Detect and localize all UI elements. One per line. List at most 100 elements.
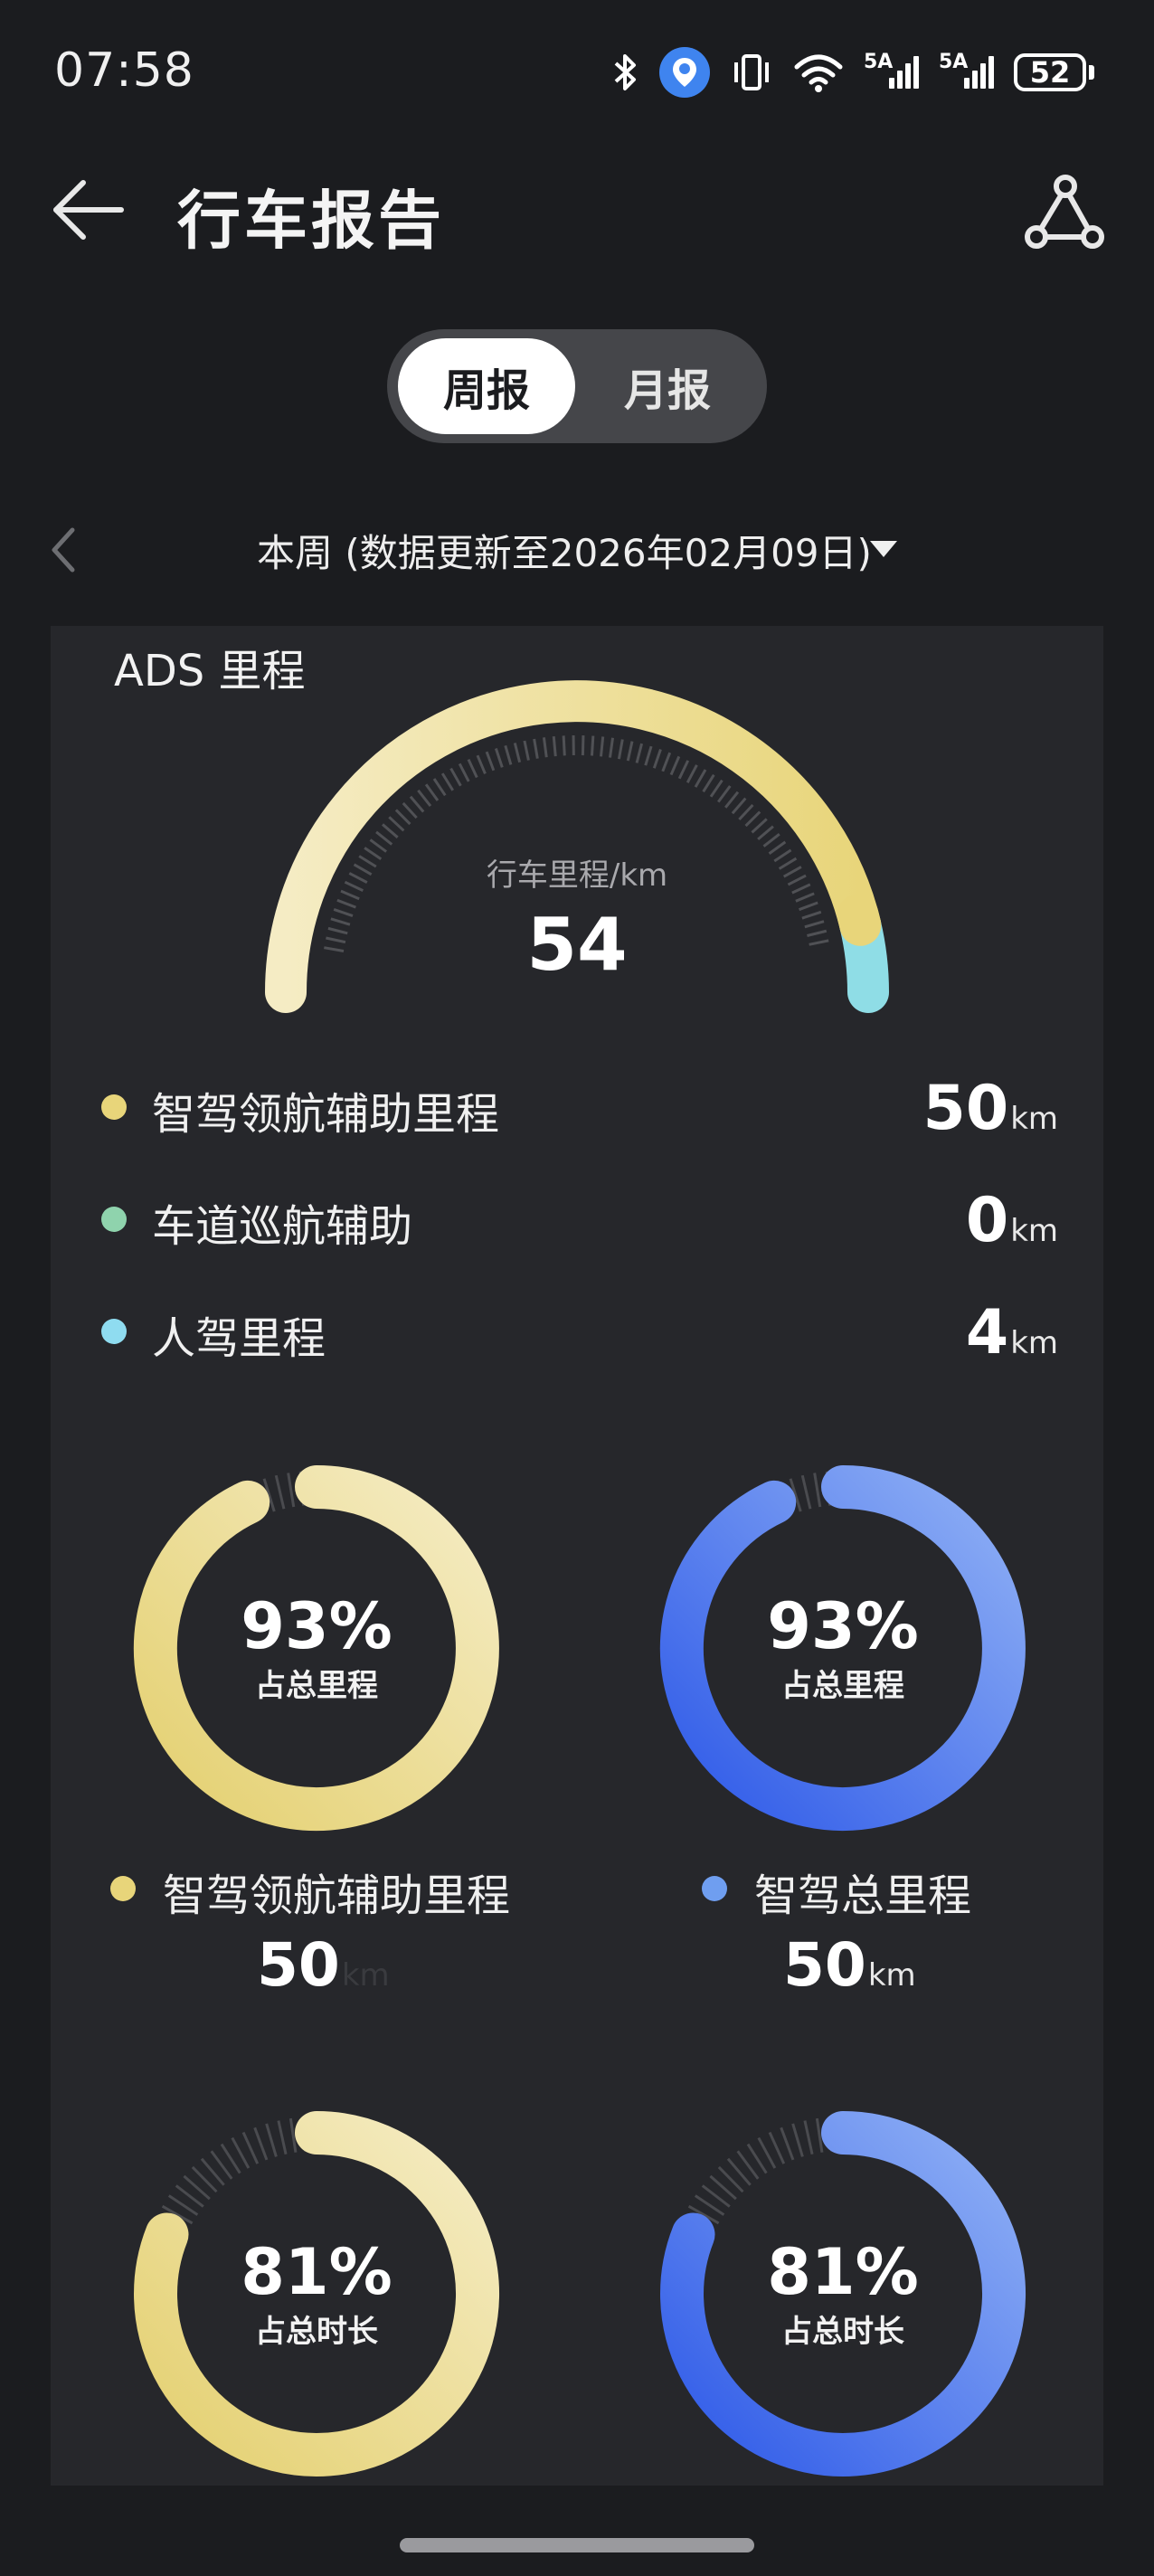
gauge-tick <box>669 755 681 776</box>
home-indicator[interactable] <box>400 2538 754 2552</box>
gauge-tick <box>523 740 530 761</box>
ring-legend-total: 智驾总里程 <box>702 1856 1064 1921</box>
gauge-tick <box>458 762 470 782</box>
period-label[interactable]: 本周 (数据更新至2026年02月09日) <box>257 523 872 578</box>
gauge-tick <box>686 764 698 783</box>
driving-report-screen: 07:58 5A 5A 52 行车报告 周报 月报 本周 (数据更新至2026年… <box>0 0 1154 2576</box>
gauge-tick <box>476 754 487 775</box>
gauge-label: 行车里程/km <box>486 857 668 894</box>
ring-caption: 占总时长 <box>255 2313 378 2350</box>
status-icons: 5A 5A 52 <box>612 47 1094 98</box>
ring-nav-assist-distance: 93% 占总里程 <box>127 1458 506 1838</box>
ring-percent: 93% <box>241 1588 393 1663</box>
signal-icon: 5A <box>939 51 994 89</box>
ring-caption: 占总里程 <box>781 1667 904 1704</box>
gauge-tick <box>757 825 774 841</box>
gauge-tick <box>626 741 634 762</box>
gauge-tick <box>608 737 615 758</box>
ring-caption: 占总里程 <box>255 1667 378 1704</box>
report-type-tabs: 周报 月报 <box>387 329 767 443</box>
title-bar: 行车报告 <box>0 154 1154 262</box>
gauge-tick <box>617 739 624 760</box>
share-button[interactable] <box>1024 174 1105 251</box>
tab-weekly[interactable]: 周报 <box>398 338 575 434</box>
mileage-gauge <box>265 680 889 1013</box>
status-bar: 07:58 5A 5A 52 <box>0 0 1154 136</box>
gauge-tick <box>694 769 707 788</box>
gauge-tick <box>409 795 425 813</box>
gauge-tick <box>424 783 440 801</box>
legend-dot <box>101 1094 127 1120</box>
ring-total-time: 81% 占总时长 <box>653 2104 1033 2484</box>
legend-value: 0km <box>965 1185 1058 1256</box>
gauge-tick <box>731 797 747 815</box>
ads-mileage-card: ADS 里程 行车里程/km 54 智驾领航辅助里程 50km 车道巡航辅助 0… <box>51 626 1103 2486</box>
legend-label: 智驾领航辅助里程 <box>152 1089 500 1140</box>
battery-level: 52 <box>1014 53 1086 91</box>
gauge-tick <box>702 773 715 793</box>
gauge-tick <box>394 809 411 826</box>
gauge-tick <box>677 760 690 780</box>
location-icon <box>659 47 710 98</box>
gauge-tick <box>504 744 513 765</box>
legend-label: 人驾里程 <box>152 1313 326 1364</box>
gauge-tick <box>494 748 504 768</box>
ring-value-nav-assist: 50km <box>257 1930 390 2000</box>
gauge-tick <box>744 810 761 828</box>
bluetooth-icon <box>612 52 639 92</box>
chevron-left-icon <box>52 527 75 573</box>
gauge-tick <box>533 738 539 759</box>
legend-nav-assist: 智驾领航辅助里程 50km <box>101 1073 1105 1145</box>
ring-total-distance: 93% 占总里程 <box>653 1458 1033 1838</box>
gauge-tick <box>795 892 815 903</box>
gauge-tick <box>709 779 724 798</box>
gauge-tick <box>449 767 462 787</box>
ring-nav-assist-time: 81% 占总时长 <box>127 2104 506 2484</box>
ring-caption: 占总时长 <box>781 2313 904 2350</box>
gauge-tick <box>513 743 522 763</box>
gauge-tick <box>388 816 405 832</box>
gauge-tick <box>738 803 754 821</box>
gauge-tick <box>599 736 605 757</box>
back-button[interactable] <box>49 174 130 246</box>
legend-manual: 人驾里程 4km <box>101 1297 1105 1369</box>
ring-legend-nav-assist: 智驾领航辅助里程 <box>110 1856 617 1921</box>
gauge-tick <box>751 818 768 834</box>
gauge-tick <box>652 748 662 769</box>
gauge-value: 54 <box>526 903 628 987</box>
vibrate-icon <box>730 53 773 91</box>
legend-label: 车道巡航辅助 <box>152 1201 413 1252</box>
gauge-tick <box>590 735 595 756</box>
caret-down-icon[interactable] <box>870 541 897 557</box>
ring-value-total: 50km <box>783 1930 916 2000</box>
page-title: 行车报告 <box>177 184 445 258</box>
gauge-tick <box>417 789 432 808</box>
gauge-tick <box>581 735 585 756</box>
gauge-tick <box>644 745 653 766</box>
gauge-tick <box>485 751 496 772</box>
legend-lane-cruise: 车道巡航辅助 0km <box>101 1185 1105 1257</box>
gauge-tick <box>762 832 780 848</box>
period-selector: 本周 (数据更新至2026年02月09日) <box>0 516 1154 588</box>
legend-value: 4km <box>965 1297 1058 1368</box>
battery-icon: 52 <box>1014 53 1094 91</box>
gauge-tick <box>552 736 557 757</box>
legend-dot <box>101 1207 127 1232</box>
gauge-tick <box>467 758 478 779</box>
gauge-tick <box>724 791 740 809</box>
previous-period-button[interactable] <box>45 523 81 577</box>
arrow-left-icon <box>53 180 124 240</box>
signal-icon: 5A <box>864 51 919 89</box>
status-time: 07:58 <box>54 43 194 98</box>
gauge-tick <box>635 743 644 763</box>
ring-percent: 81% <box>767 2234 919 2309</box>
gauge-tick <box>402 801 418 819</box>
tab-monthly[interactable]: 月报 <box>579 338 756 434</box>
gauge-tick <box>717 785 732 803</box>
wifi-icon <box>793 52 844 92</box>
gauge-tick <box>542 737 548 758</box>
gauge-tick <box>440 772 454 791</box>
legend-value: 50km <box>922 1073 1058 1144</box>
ring-percent: 81% <box>241 2234 393 2309</box>
share-icon <box>1025 175 1104 249</box>
